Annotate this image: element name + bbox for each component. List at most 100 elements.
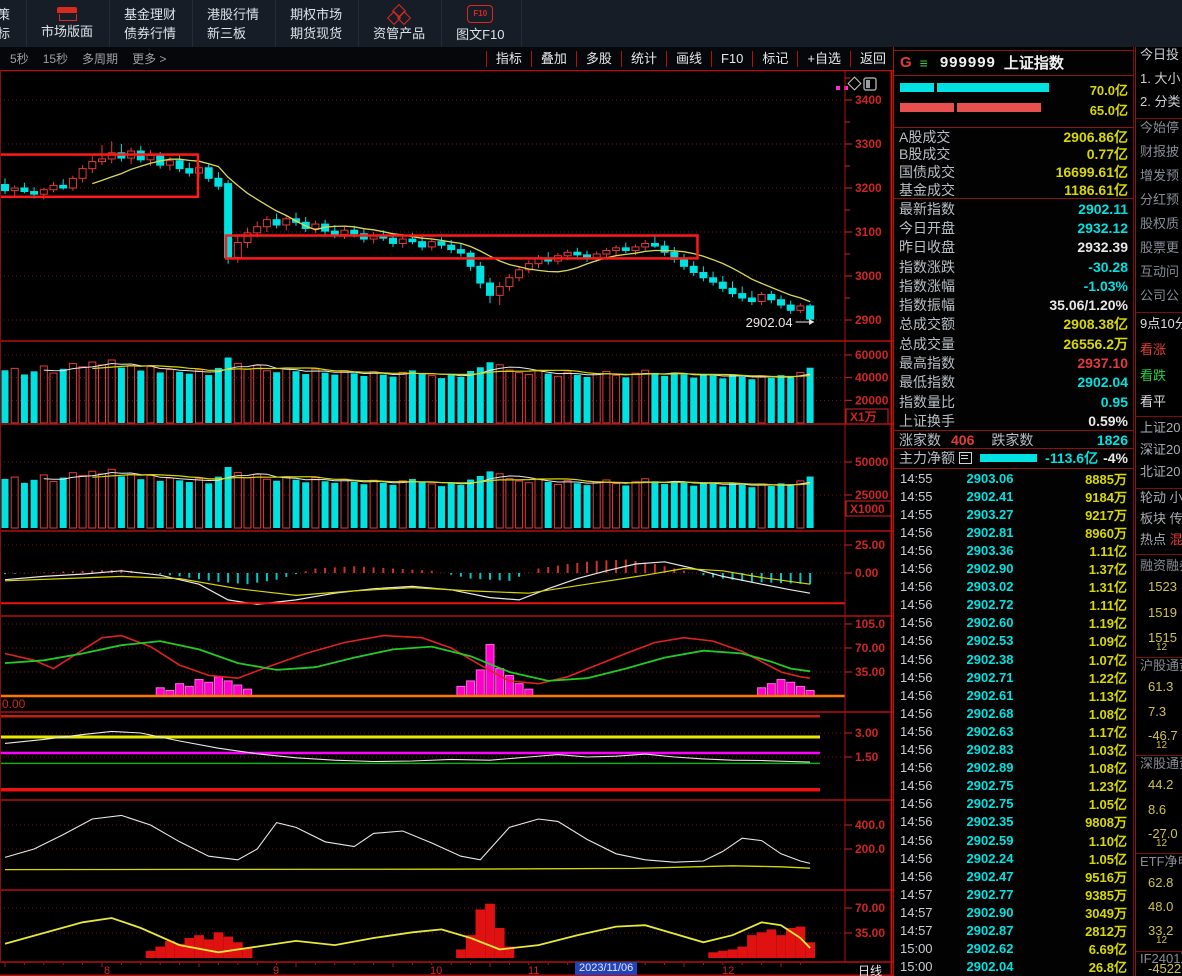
sidebar-item[interactable]: 12: [1156, 740, 1167, 751]
sidebar-item[interactable]: 看跌: [1140, 365, 1166, 384]
sidebar-item[interactable]: 12: [1156, 642, 1167, 653]
toolbar-menu-3[interactable]: 港股行情新三板: [193, 0, 276, 47]
sidebar-item[interactable]: 股票更: [1140, 237, 1179, 256]
sidebar-divider: [1136, 312, 1182, 313]
toolbar-menu-label: 图文F10: [456, 25, 504, 44]
sidebar-item[interactable]: 今日投: [1140, 47, 1179, 63]
sidebar-item[interactable]: 12: [1156, 838, 1167, 849]
chart-action-1[interactable]: 叠加: [531, 51, 576, 67]
svg-text:70.00: 70.00: [855, 901, 885, 915]
chart-action-0[interactable]: 指标: [486, 51, 531, 67]
sidebar-item[interactable]: 1519: [1148, 605, 1177, 620]
svg-text:25.00: 25.00: [855, 538, 885, 552]
menu-icon[interactable]: ≡: [920, 55, 928, 71]
cubes-icon: [388, 6, 410, 22]
toolbar-menu-label: 期货现货: [290, 24, 342, 43]
sidebar-item[interactable]: 1523: [1148, 579, 1177, 594]
sidebar-item[interactable]: 61.3: [1148, 679, 1173, 694]
sidebar-item[interactable]: 板块 传: [1140, 508, 1182, 527]
sidebar-item[interactable]: 看平: [1140, 391, 1166, 410]
sidebar-item[interactable]: 公司公: [1140, 285, 1179, 304]
sidebar-item[interactable]: 分红预: [1140, 189, 1179, 208]
chart-action-2[interactable]: 多股: [576, 51, 621, 67]
sidebar-item[interactable]: 轮动 小: [1140, 487, 1182, 506]
right-sidebar: 今日投 1. 大小 2. 分类今始停财报披增发预分红预股权质股票更互动问公司公 9点1…: [1135, 47, 1182, 976]
svg-text:0.00: 0.00: [2, 697, 26, 711]
svg-text:3.00: 3.00: [855, 726, 879, 740]
sidebar-item[interactable]: 股权质: [1140, 213, 1179, 232]
tick-row: 14:562902.241.05亿: [894, 849, 1133, 867]
sidebar-item[interactable]: 2. 分类: [1140, 91, 1180, 110]
period-label[interactable]: 日线: [858, 962, 882, 976]
sidebar-divider: [1136, 554, 1182, 555]
stat-row: 指数涨幅-1.03%: [894, 276, 1133, 295]
sidebar-divider: [1136, 118, 1182, 119]
main-flow-bar: [980, 454, 1037, 462]
toolbar-menu-2[interactable]: 基金理财债券行情: [110, 0, 193, 47]
svg-text:9: 9: [273, 965, 279, 976]
sidebar-item[interactable]: 1. 大小: [1140, 68, 1180, 87]
stat-row: A股成交2906.86亿: [894, 128, 1133, 146]
toolbar-menu-5[interactable]: 资管产品: [359, 0, 442, 47]
period-buttons: 5秒 15秒多周期更多 >: [0, 50, 166, 67]
xaxis-date-box[interactable]: 2023/11/06: [575, 962, 637, 975]
stat-row: 总成交额2908.38亿: [894, 315, 1133, 334]
stat-row: B股成交0.77亿: [894, 146, 1133, 164]
up-count-label: 涨家数: [899, 430, 941, 450]
period-button-1[interactable]: 15秒: [43, 50, 68, 67]
sidebar-item[interactable]: 互动问: [1140, 261, 1179, 280]
sidebar-item[interactable]: 增发预: [1140, 165, 1179, 184]
chart-action-8[interactable]: 返回: [850, 51, 895, 67]
main-flow-row: 主力净额 -113.6亿 -4%: [894, 449, 1133, 467]
chart-action-3[interactable]: 统计: [621, 51, 666, 67]
main-flow-pct: -4%: [1103, 450, 1128, 466]
group-flag[interactable]: G: [900, 54, 912, 71]
sidebar-item[interactable]: 热点 混: [1140, 529, 1182, 548]
toolbar-menu-label: 港股行情: [207, 5, 259, 24]
chart-action-6[interactable]: 标记: [752, 51, 797, 67]
period-button-2[interactable]: 多周期: [82, 50, 118, 67]
sidebar-item[interactable]: 深证20: [1140, 439, 1180, 458]
tick-row: 14:562902.611.13亿: [894, 686, 1133, 704]
svg-text:X1万: X1万: [850, 410, 877, 424]
tick-row: 15:002902.0426.8亿: [894, 958, 1133, 976]
svg-text:X1000: X1000: [850, 502, 885, 516]
sidebar-item[interactable]: 北证20: [1140, 461, 1180, 480]
svg-text:20000: 20000: [855, 393, 889, 407]
sidebar-item[interactable]: -4522: [1148, 961, 1181, 976]
sidebar-item[interactable]: 62.8: [1148, 875, 1173, 890]
sidebar-item[interactable]: 财报披: [1140, 141, 1179, 160]
svg-text:35.00: 35.00: [855, 665, 885, 679]
svg-text:50000: 50000: [855, 455, 889, 469]
sidebar-item[interactable]: 8.6: [1148, 802, 1166, 817]
sidebar-item[interactable]: 12: [1156, 935, 1167, 946]
period-button-0[interactable]: 5秒: [10, 50, 29, 67]
toolbar-menu-4[interactable]: 期权市场期货现货: [276, 0, 359, 47]
chart-action-7[interactable]: +自选: [797, 51, 850, 67]
tick-row: 14:562902.381.07亿: [894, 650, 1133, 668]
sidebar-item[interactable]: 7.3: [1148, 704, 1166, 719]
sidebar-item[interactable]: 上证20: [1140, 417, 1180, 436]
toolbar-menu-label: 债券行情: [124, 24, 176, 43]
svg-text:3300: 3300: [855, 137, 882, 151]
tick-row: 14:572902.779385万: [894, 885, 1133, 903]
flow-bar-segment: [937, 83, 1049, 92]
sidebar-item[interactable]: 今始停: [1140, 117, 1179, 136]
detail-list-icon[interactable]: [959, 452, 972, 464]
period-button-3[interactable]: 更多 >: [132, 50, 166, 67]
main-chart[interactable]: 2900300031003200330034002902.04200004000…: [0, 70, 893, 976]
stat-row: 基金成交1186.61亿: [894, 181, 1133, 199]
sidebar-item[interactable]: 44.2: [1148, 777, 1173, 792]
sidebar-item[interactable]: 融资融券: [1140, 555, 1182, 574]
toolbar-menu-0[interactable]: 决策指标: [0, 0, 27, 47]
toolbar-menu-6[interactable]: F10图文F10: [442, 0, 521, 47]
sidebar-item[interactable]: 48.0: [1148, 899, 1173, 914]
chart-action-4[interactable]: 画线: [666, 51, 711, 67]
chart-action-5[interactable]: F10: [711, 51, 752, 67]
down-count: 1826: [1097, 432, 1128, 448]
tick-row: 14:552903.279217万: [894, 505, 1133, 523]
sidebar-item[interactable]: 看涨: [1140, 339, 1166, 358]
sidebar-item[interactable]: 9点10分: [1140, 313, 1182, 332]
toolbar-menu-1[interactable]: 市场版面: [27, 0, 110, 47]
svg-text:10: 10: [430, 965, 442, 976]
